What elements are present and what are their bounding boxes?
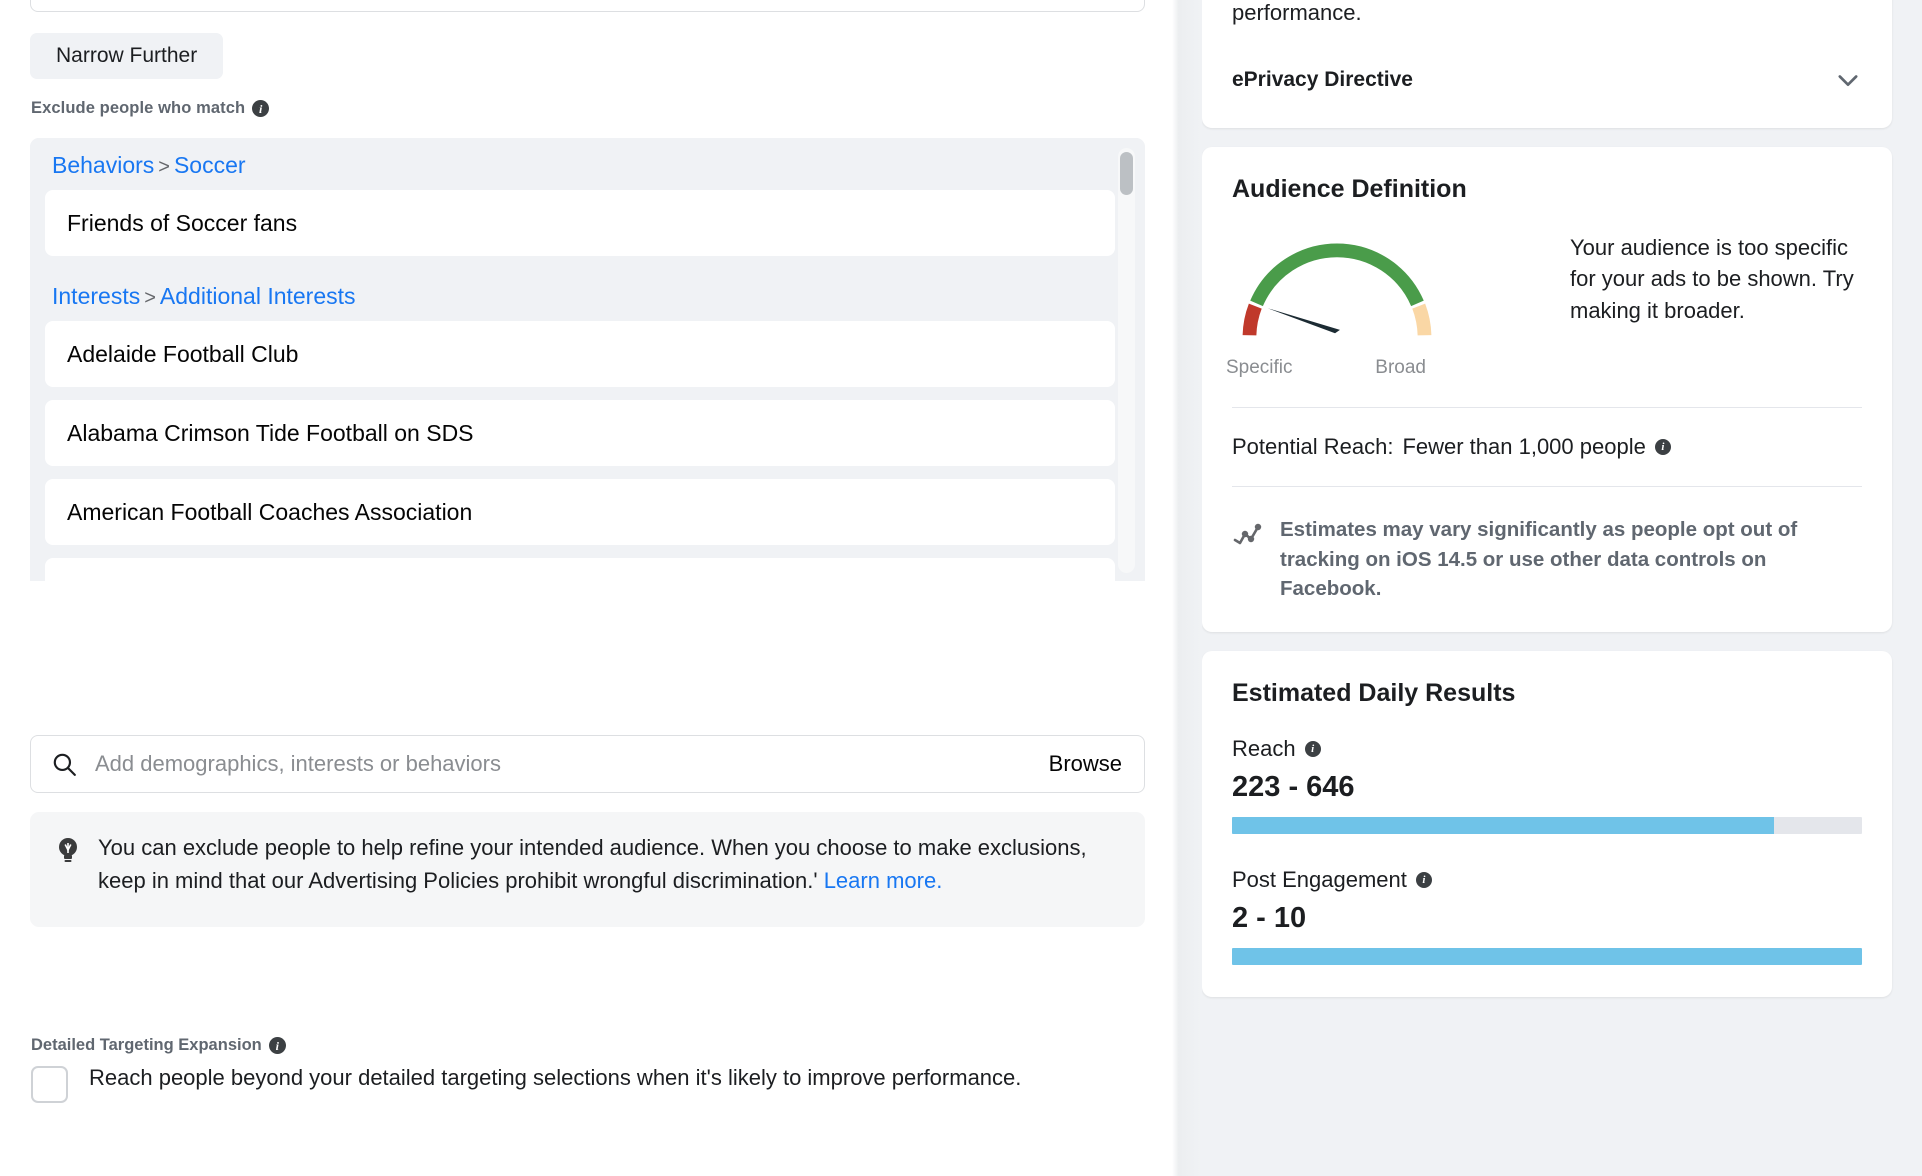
metric-bar-fill (1232, 948, 1862, 966)
metric-label: Post Engagement i (1232, 867, 1862, 893)
group-root-link[interactable]: Behaviors (52, 152, 154, 178)
exclusions-selection-list: Behaviors > Soccer Friends of Soccer fans … (30, 138, 1145, 581)
eprivacy-directive-title: ePrivacy Directive (1232, 68, 1413, 91)
gauge-label-broad: Broad (1375, 357, 1426, 378)
metric-value: 223 - 646 (1232, 771, 1355, 804)
search-input[interactable]: Add demographics, interests or behaviors (95, 751, 1049, 777)
panel-divider (1172, 0, 1202, 1176)
selection-group-header: Behaviors > Soccer (30, 138, 1145, 190)
eprivacy-directive-card: performance. ePrivacy Directive (1202, 0, 1892, 128)
estimates-disclaimer-text: Estimates may vary significantly as peop… (1280, 518, 1798, 601)
eprivacy-continued-text: performance. (1232, 0, 1362, 25)
info-icon[interactable]: i (268, 1037, 286, 1054)
estimates-disclaimer: Estimates may vary significantly as peop… (1232, 486, 1862, 604)
exclusions-scroll-area: Behaviors > Soccer Friends of Soccer fans … (30, 138, 1145, 581)
info-icon[interactable]: i (1654, 439, 1671, 455)
exclusion-tip-text: You can exclude people to help refine yo… (98, 832, 1121, 907)
ads-manager-audience-screen: Narrow Further Exclude people who match … (0, 0, 1922, 1176)
audience-definition-title: Audience Definition (1232, 175, 1467, 203)
chevron-down-icon[interactable] (1834, 66, 1862, 94)
breadcrumb-separator: > (144, 287, 156, 309)
trend-chart-icon (1232, 521, 1264, 547)
narrow-further-button[interactable]: Narrow Further (30, 33, 224, 79)
exclude-people-label-text: Exclude people who match (31, 99, 246, 117)
metric-label-text: Post Engagement (1232, 867, 1407, 893)
gauge-axis-labels: Specific Broad (1226, 357, 1426, 379)
metric-bar-track (1232, 817, 1862, 835)
metric-value: 2 - 10 (1232, 902, 1307, 935)
search-icon (51, 751, 77, 777)
exclude-people-label: Exclude people who match i (31, 99, 270, 118)
learn-more-link[interactable]: Learn more. (824, 868, 943, 893)
gauge-svg (1242, 243, 1432, 336)
gauge-label-specific: Specific (1226, 357, 1293, 378)
audience-definition-card: Audience Definition Specific Broad Your … (1202, 147, 1892, 633)
list-item[interactable]: Adelaide Football Club (45, 321, 1115, 387)
list-item[interactable]: American Football Coaches Association (45, 479, 1115, 545)
detailed-targeting-panel: Narrow Further Exclude people who match … (0, 0, 1172, 1176)
list-item[interactable]: Alabama Crimson Tide Football on SDS (45, 400, 1115, 466)
metric-label: Reach i (1232, 736, 1862, 762)
detailed-targeting-expansion-label: Detailed Targeting Expansion i (31, 1036, 286, 1055)
list-item[interactable]: Friends of Soccer fans (45, 190, 1115, 256)
exclusions-scrollbar[interactable] (1118, 148, 1135, 573)
targeting-input-stub[interactable] (30, 0, 1145, 12)
potential-reach-row: Potential Reach: Fewer than 1,000 people… (1232, 408, 1862, 460)
exclusion-tip-box: You can exclude people to help refine yo… (30, 812, 1145, 927)
info-icon[interactable]: i (252, 100, 270, 117)
breadcrumb-separator: > (158, 156, 170, 178)
selection-group-header: Interests > Additional Interests (30, 269, 1145, 321)
list-item[interactable]: American Football League (45, 558, 1115, 581)
group-leaf-link[interactable]: Additional Interests (160, 283, 356, 309)
audience-definition-message: Your audience is too specific for your a… (1570, 235, 1854, 323)
metric-bar-track (1232, 948, 1862, 966)
metric-reach: Reach i 223 - 646 (1232, 736, 1862, 835)
scrollbar-thumb[interactable] (1120, 152, 1133, 195)
audience-summary-sidebar: performance. ePrivacy Directive Audience… (1202, 0, 1922, 1176)
detailed-targeting-expansion-text: Reach people beyond your detailed target… (89, 1065, 1022, 1090)
estimated-daily-results-title: Estimated Daily Results (1232, 679, 1516, 708)
potential-reach-value: Fewer than 1,000 people (1402, 434, 1646, 459)
lightbulb-icon (56, 836, 80, 866)
info-icon[interactable]: i (1415, 872, 1432, 889)
audience-gauge: Specific Broad (1226, 232, 1552, 379)
metric-label-text: Reach (1232, 736, 1296, 762)
group-root-link[interactable]: Interests (52, 283, 140, 309)
eprivacy-directive-row[interactable]: ePrivacy Directive (1232, 66, 1862, 94)
dte-label-text: Detailed Targeting Expansion (31, 1036, 262, 1054)
group-leaf-link[interactable]: Soccer (174, 152, 246, 178)
estimated-daily-results-card: Estimated Daily Results Reach i 223 - 64… (1202, 651, 1892, 998)
info-icon[interactable]: i (1304, 741, 1321, 758)
detailed-targeting-expansion-row: Reach people beyond your detailed target… (31, 1062, 1131, 1103)
potential-reach-label: Potential Reach: (1232, 434, 1394, 459)
metric-bar-fill (1232, 817, 1774, 835)
audience-definition-body: Specific Broad Your audience is too spec… (1226, 232, 1862, 379)
metric-post-engagement: Post Engagement i 2 - 10 (1232, 867, 1862, 966)
browse-button[interactable]: Browse (1049, 751, 1122, 777)
detailed-targeting-expansion-checkbox[interactable] (31, 1066, 68, 1103)
targeting-search-row[interactable]: Add demographics, interests or behaviors… (30, 735, 1145, 793)
